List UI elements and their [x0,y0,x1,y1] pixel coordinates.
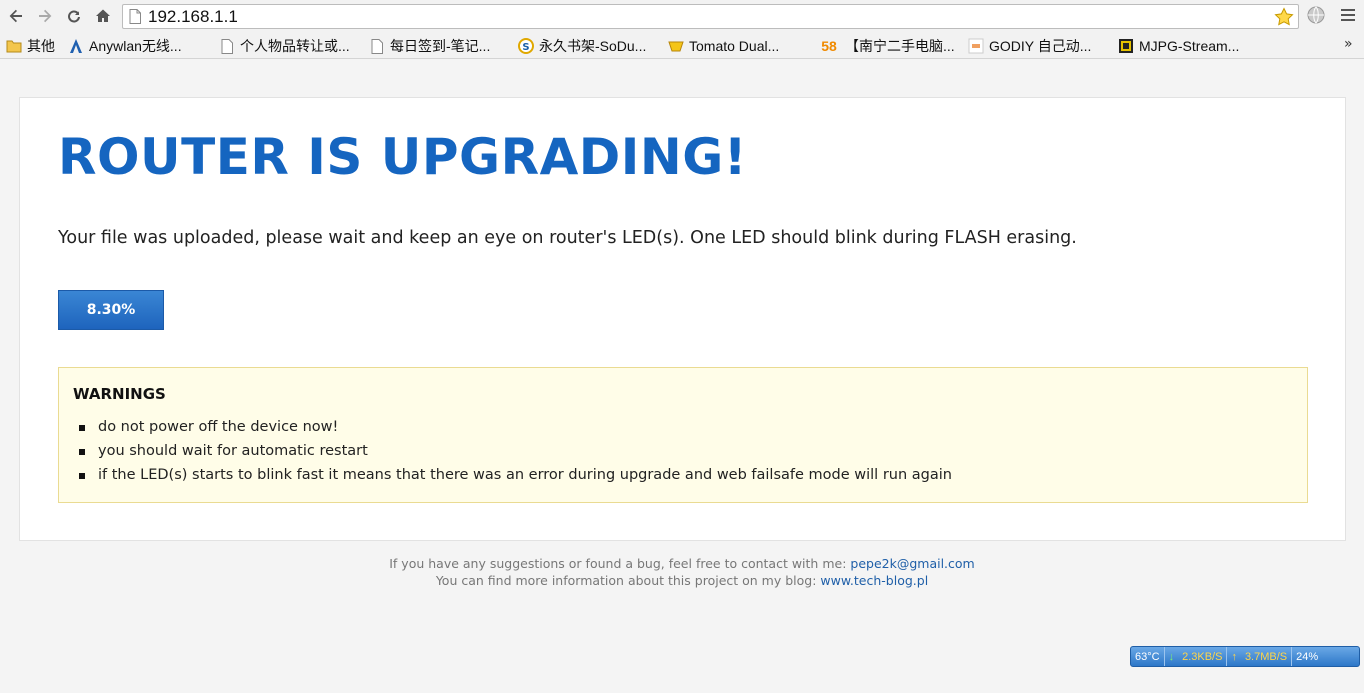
upload-arrow-icon: ↑ [1226,647,1241,666]
bookmark-star-icon[interactable] [1274,7,1294,27]
warnings-list: do not power off the device now! you sho… [79,419,952,491]
bookmark-label: Tomato Dual... [689,38,780,54]
footer-blog-text: You can find more information about this… [435,573,821,588]
bookmark-label: 个人物品转让或... [240,38,350,54]
bookmark-item[interactable]: Tomato Dual... [668,36,779,56]
download-arrow-icon: ↓ [1163,647,1179,666]
back-arrow-icon [9,9,22,23]
upload-speed: 3.7MB/S [1244,650,1288,663]
page-footer: If you have any suggestions or found a b… [0,555,1364,589]
contact-email-link[interactable]: pepe2k@gmail.com [850,556,974,571]
footer-contact-text: If you have any suggestions or found a b… [389,556,851,571]
download-speed: 2.3KB/S [1182,650,1223,663]
browser-toolbar: 192.168.1.1 [0,0,1364,33]
footer-line-blog: You can find more information about this… [0,572,1364,589]
tomato-icon [668,38,684,54]
cpu-usage: 24% [1291,647,1322,666]
bookmark-label: MJPG-Stream... [1139,38,1240,54]
progress-indicator: 8.30% [58,290,164,330]
address-url[interactable]: 192.168.1.1 [148,7,238,27]
home-icon [96,9,110,22]
bookmark-label: GODIY 自己动... [989,38,1092,54]
warnings-box: WARNINGS do not power off the device now… [58,367,1308,503]
blog-link[interactable]: www.tech-blog.pl [820,573,928,588]
folder-icon [6,38,22,54]
bookmark-item[interactable]: MJPG-Stream... [1118,36,1239,56]
warning-item: you should wait for automatic restart [79,443,952,467]
bookmark-item[interactable]: 每日签到-笔记... [369,36,490,56]
bookmarks-bar: 其他 Anywlan无线... 个人物品转让或... 每日签到-笔记... S … [0,33,1364,59]
page-icon [129,9,141,24]
back-button[interactable] [5,5,27,27]
page-title: ROUTER IS UPGRADING! [58,128,748,186]
mjpg-icon [1118,38,1134,54]
forward-button[interactable] [34,5,56,27]
anywlan-icon [68,38,84,54]
bookmark-item[interactable]: 个人物品转让或... [219,36,350,56]
bookmark-label: Anywlan无线... [89,38,182,54]
bookmark-item[interactable]: 其他 [6,36,55,56]
upgrade-panel: ROUTER IS UPGRADING! Your file was uploa… [19,97,1346,541]
footer-line-contact: If you have any suggestions or found a b… [0,555,1364,572]
svg-text:S: S [522,42,529,53]
bookmark-item[interactable]: GODIY 自己动... [968,36,1091,56]
page-icon [219,38,235,54]
bookmark-item[interactable]: Anywlan无线... [68,36,182,56]
network-monitor-widget[interactable]: 63°C ↓ 2.3KB/S ↑ 3.7MB/S 24% [1130,646,1360,667]
address-bar[interactable]: 192.168.1.1 [122,4,1299,29]
warning-item: if the LED(s) starts to blink fast it me… [79,467,952,491]
sodu-icon: S [518,38,534,54]
more-bookmarks-button[interactable]: » [1344,36,1353,52]
warnings-title: WARNINGS [73,385,166,403]
forward-arrow-icon [39,9,52,23]
godiy-icon [968,38,984,54]
globe-icon[interactable] [1307,6,1325,24]
bookmark-label: 永久书架-SoDu... [539,38,647,54]
58-icon: 58 [821,38,837,54]
menu-icon[interactable] [1341,8,1355,22]
warning-item: do not power off the device now! [79,419,952,443]
reload-button[interactable] [63,5,85,27]
home-button[interactable] [92,5,114,27]
bookmark-label: 每日签到-笔记... [390,38,491,54]
bookmark-item[interactable]: 58 【南宁二手电脑... [818,36,955,56]
upload-message: Your file was uploaded, please wait and … [58,228,1077,248]
temperature-readout: 63°C [1135,650,1160,663]
bookmark-label: 其他 [27,38,55,54]
bookmark-label: 【南宁二手电脑... [845,38,955,54]
reload-icon [68,10,80,23]
bookmark-item[interactable]: S 永久书架-SoDu... [518,36,646,56]
page-icon [369,38,385,54]
